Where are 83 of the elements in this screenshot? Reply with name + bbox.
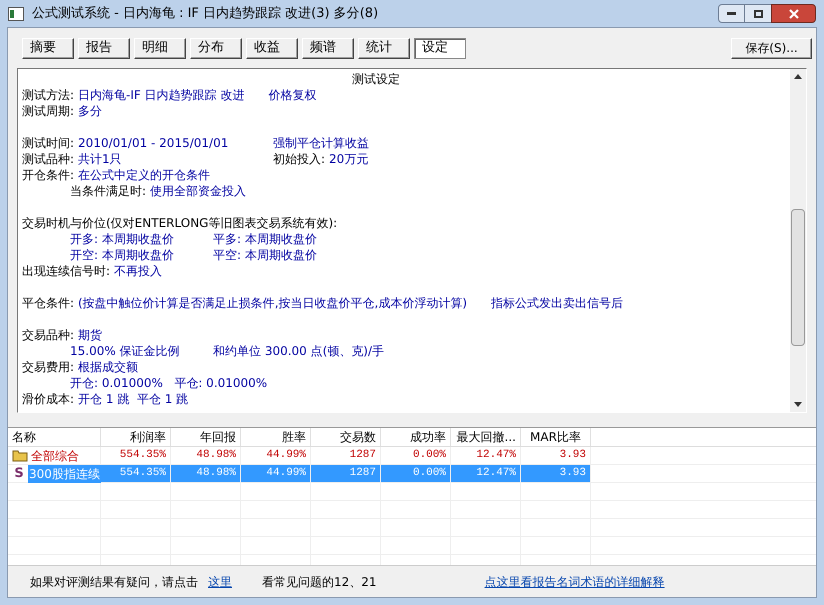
column-header[interactable]: MAR比率: [521, 428, 591, 446]
field-value: 根据成交额: [78, 359, 138, 375]
table-cell: 0.00%: [381, 447, 451, 464]
folder-icon: [12, 449, 28, 462]
field-value: 指标公式发出卖出信号后: [491, 295, 624, 311]
field-label: 交易品种:: [22, 327, 74, 343]
field-value: 在公式中定义的开仓条件: [78, 167, 210, 183]
close-icon: [788, 8, 798, 18]
tab[interactable]: 摘要: [22, 38, 74, 58]
tab[interactable]: 明细: [134, 38, 186, 58]
field-label: 平仓条件:: [22, 295, 74, 311]
table-cell: 1287: [311, 465, 381, 482]
field-value: 强制平仓计算收益: [273, 135, 369, 151]
field-value: 开多: 本周期收盘价: [70, 231, 174, 247]
field-value: 2010/01/01 - 2015/01/01: [78, 135, 228, 151]
field-label: 出现连续信号时:: [22, 263, 110, 279]
table-cell[interactable]: 全部综合: [30, 446, 80, 464]
table-cell: 554.35%: [101, 447, 171, 464]
field-value: 和约单位 300.00 点(顿、克)/手: [213, 343, 384, 359]
app-icon: [8, 6, 24, 20]
column-header[interactable]: 成功率: [381, 428, 451, 446]
field-label: 交易时机与价位(仅对ENTERLONG等旧图表交易系统有效):: [22, 215, 338, 231]
faq-text: 看常见问题的12、21: [262, 574, 377, 590]
table-cell: 554.35%: [101, 465, 171, 482]
field-label: 当条件满足时:: [70, 183, 146, 199]
help-text: 如果对评测结果有疑问，请点击: [30, 574, 198, 590]
table-cell: 44.99%: [241, 465, 311, 482]
down-arrow-icon: [794, 402, 802, 407]
table-cell: 12.47%: [451, 465, 521, 482]
table-cell: 48.98%: [171, 447, 241, 464]
field-label: 滑价成本:: [22, 391, 74, 407]
tab[interactable]: 频谱: [302, 38, 354, 58]
here-link[interactable]: 这里: [208, 572, 232, 590]
table-cell: 3.93: [521, 447, 591, 464]
field-value: 多分: [78, 103, 102, 119]
glossary-link[interactable]: 点这里看报告名词术语的详细解释: [484, 572, 665, 590]
tab[interactable]: 分布: [190, 38, 242, 58]
close-button[interactable]: [771, 4, 816, 23]
field-value: 日内海龟-IF 日内趋势跟踪 改进: [78, 87, 244, 103]
field-value: 期货: [78, 327, 102, 343]
table-cell: 1287: [311, 447, 381, 464]
table-cell: 3.93: [521, 465, 591, 482]
field-value: 平多: 本周期收盘价: [213, 231, 317, 247]
column-header[interactable]: 交易数: [311, 428, 381, 446]
field-label: 测试周期:: [22, 103, 74, 119]
tab[interactable]: 报告: [78, 38, 130, 58]
table-cell: 44.99%: [241, 447, 311, 464]
field-value: 15.00% 保证金比例: [70, 343, 180, 359]
field-value: 价格复权: [268, 87, 316, 103]
field-value: 平空: 本周期收盘价: [213, 247, 317, 263]
stock-icon: S: [12, 464, 26, 484]
field-label: 测试品种:: [22, 151, 74, 167]
column-header[interactable]: 名称: [8, 428, 101, 446]
field-value: 开空: 本周期收盘价: [70, 247, 174, 263]
field-value: 20万元: [329, 151, 368, 167]
column-header[interactable]: 利润率: [101, 428, 171, 446]
field-label: 初始投入:: [273, 151, 326, 167]
field-value: 共计1只: [78, 151, 122, 167]
column-header[interactable]: 胜率: [241, 428, 311, 446]
tab[interactable]: 统计: [358, 38, 410, 58]
field-value: 不再投入: [114, 263, 162, 279]
column-header[interactable]: 最大回撤...: [451, 428, 521, 446]
table-cell: 12.47%: [451, 447, 521, 464]
save-button[interactable]: 保存(S)...: [731, 38, 812, 58]
up-arrow-icon: [794, 74, 802, 79]
table-cell: 48.98%: [171, 465, 241, 482]
field-value: (按盘中触位价计算是否满足止损条件,按当日收盘价平仓,成本价浮动计算): [78, 295, 468, 311]
maximize-button[interactable]: [745, 4, 771, 23]
report-title: 测试设定: [352, 71, 400, 87]
scrollbar[interactable]: [790, 69, 806, 412]
field-label: 测试方法:: [22, 87, 74, 103]
field-value: 使用全部资金投入: [150, 183, 246, 199]
field-value: 开仓: 0.01000% 平仓: 0.01000%: [70, 375, 268, 391]
field-value: 开仓 1 跳 平仓 1 跳: [78, 391, 188, 407]
field-label: 测试时间:: [22, 135, 74, 151]
minimize-button[interactable]: [718, 4, 745, 23]
window-title: 公式测试系统 - 日内海龟 : IF 日内趋势跟踪 改进(3) 多分(8): [32, 4, 378, 23]
tab[interactable]: 收益: [246, 38, 298, 58]
tab[interactable]: 设定: [414, 38, 466, 58]
field-label: 开仓条件:: [22, 167, 74, 183]
field-label: 交易费用:: [22, 359, 74, 375]
table-cell: 0.00%: [381, 465, 451, 482]
column-header[interactable]: 年回报: [171, 428, 241, 446]
